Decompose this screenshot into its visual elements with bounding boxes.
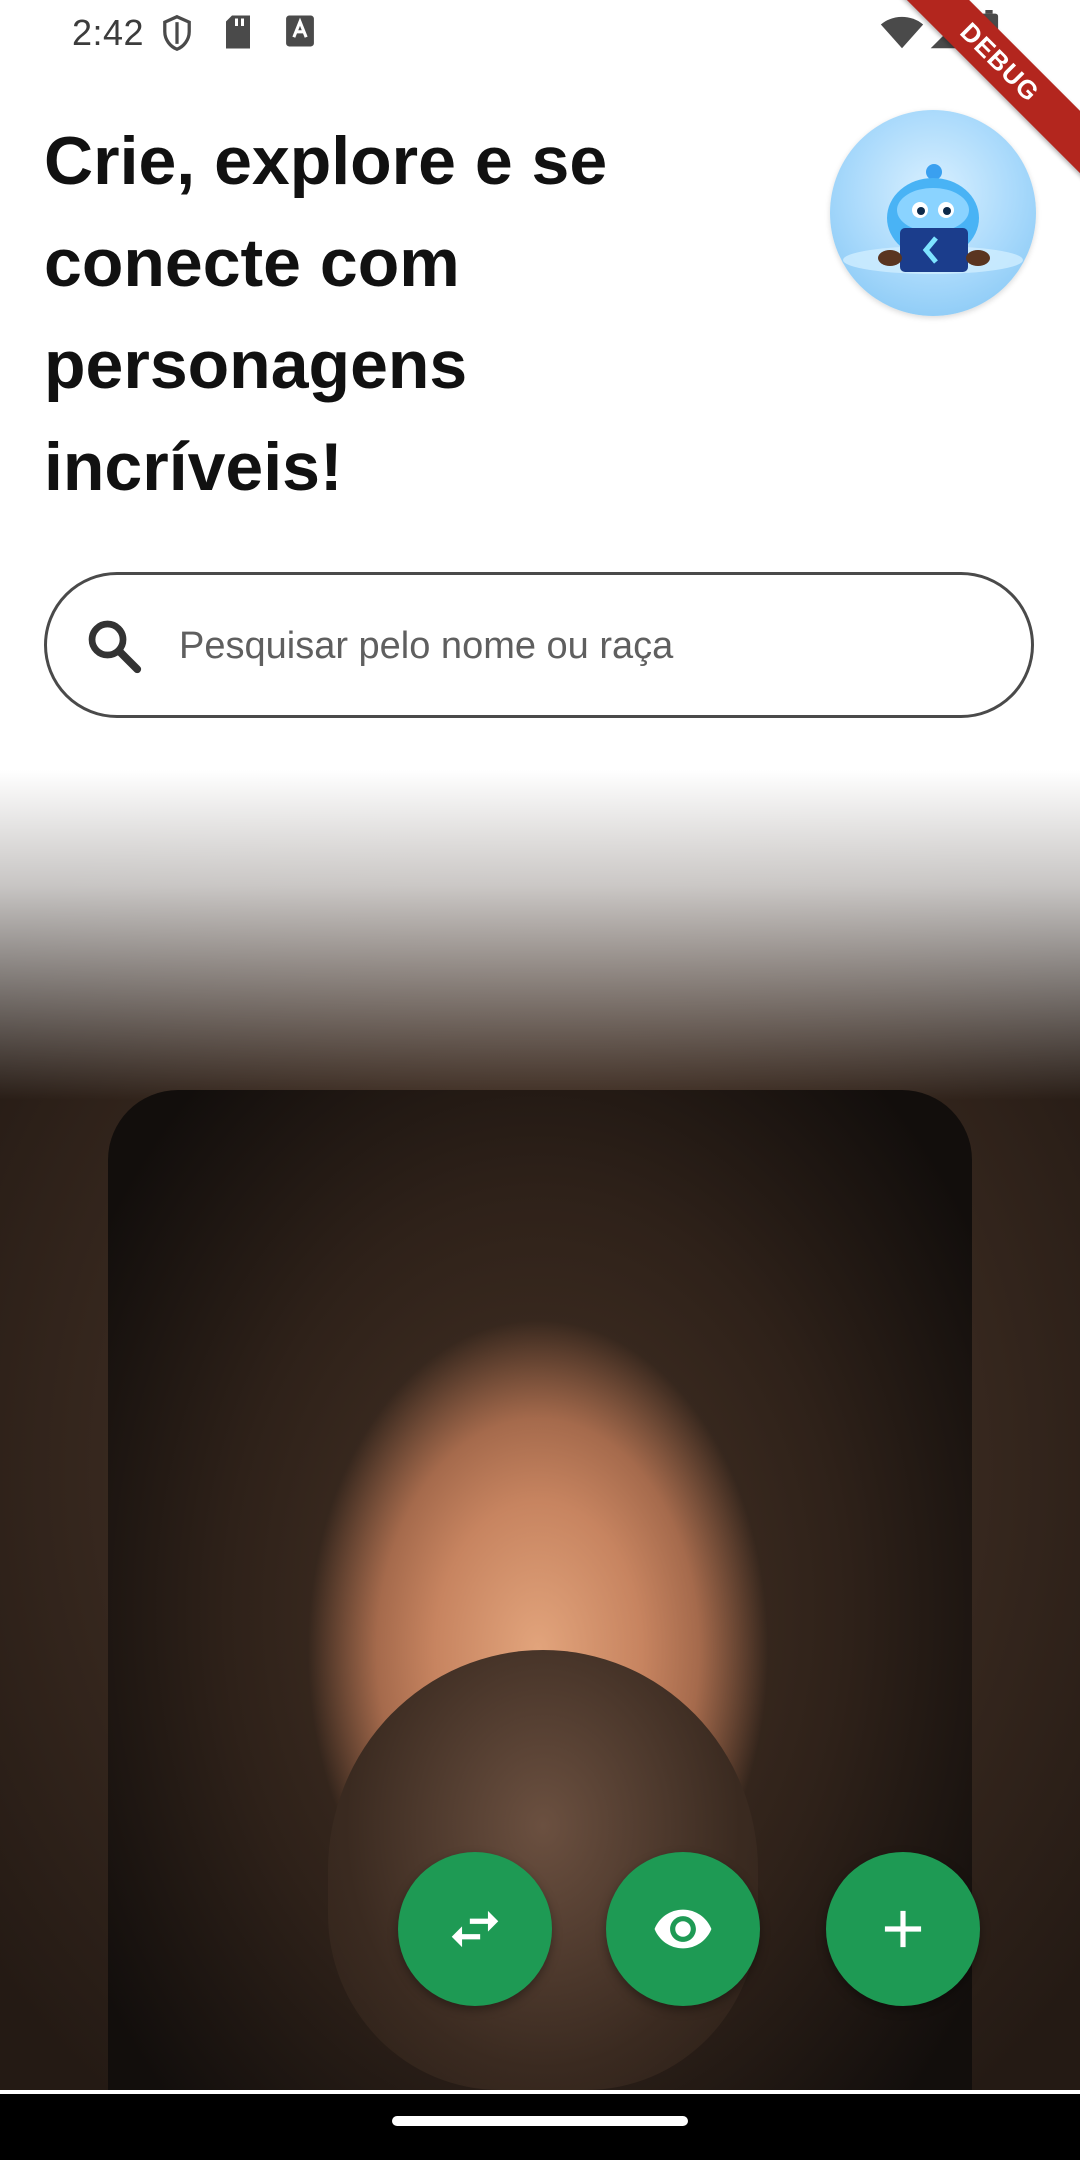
- swap-button[interactable]: [398, 1852, 552, 2006]
- status-bar: 2:42 DEBUG: [0, 0, 1080, 184]
- background-fade: [0, 770, 1080, 1100]
- home-gesture-handle[interactable]: [392, 2116, 688, 2126]
- page-title: Crie, explore e se conecte com personage…: [44, 123, 608, 505]
- flutter-mascot-icon: [843, 164, 1023, 274]
- shield-icon: [163, 14, 191, 52]
- swap-horiz-icon: [451, 1910, 499, 1948]
- sd-card-icon: [226, 15, 250, 49]
- status-time: 2:42: [72, 12, 145, 53]
- wifi-icon: [880, 16, 924, 49]
- add-button[interactable]: [826, 1852, 980, 2006]
- search-input[interactable]: [177, 605, 1001, 687]
- avatar[interactable]: [830, 110, 1036, 316]
- search-icon[interactable]: [83, 615, 145, 677]
- search-bar[interactable]: [44, 572, 1034, 718]
- eye-icon: [654, 1909, 712, 1949]
- plus-icon: [884, 1910, 922, 1948]
- system-navigation-bar: [0, 2094, 1080, 2160]
- keyboard-a-icon: [286, 15, 314, 47]
- view-button[interactable]: [606, 1852, 760, 2006]
